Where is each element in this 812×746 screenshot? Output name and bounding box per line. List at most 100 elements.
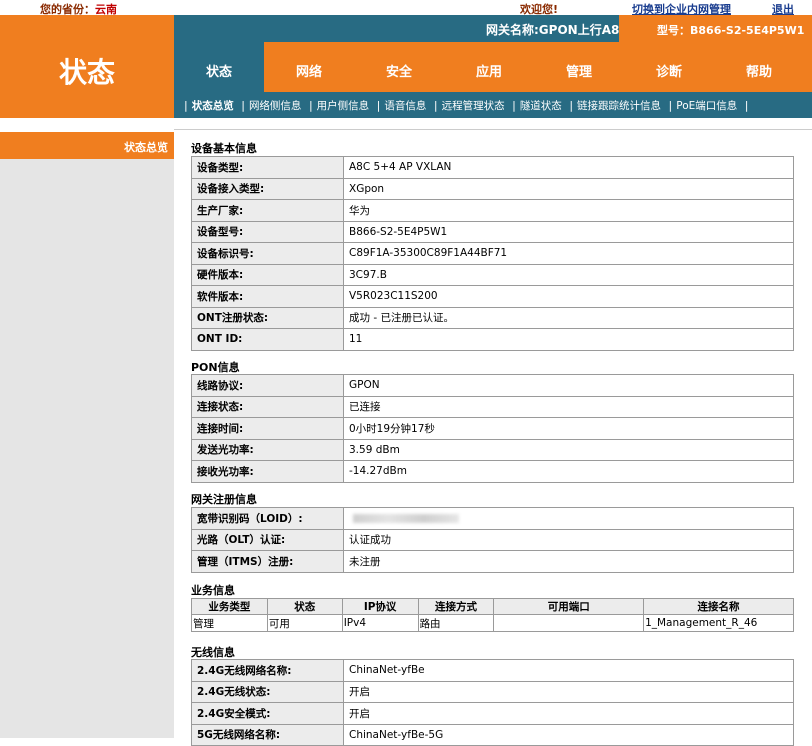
section-wireless-title: 无线信息 xyxy=(191,646,235,659)
sidebar-item-status-overview[interactable]: 状态总览 xyxy=(0,132,174,159)
field-label: 生产厂家: xyxy=(191,199,344,222)
field-value: 3C97.B xyxy=(343,263,794,286)
column-header: 可用端口 xyxy=(493,598,645,615)
table-row: 接收光功率: -14.27dBm xyxy=(191,460,794,483)
table-row: 光路（OLT）认证: 认证成功 xyxy=(191,528,794,551)
field-label: 连接时间: xyxy=(191,417,344,440)
table-cell xyxy=(493,614,645,632)
field-label: 硬件版本: xyxy=(191,263,344,286)
field-label: 2.4G安全模式: xyxy=(191,702,344,725)
column-header: 连接方式 xyxy=(417,598,495,615)
field-value: -14.27dBm xyxy=(343,460,794,483)
table-cell: 可用 xyxy=(266,614,343,632)
pon-info-table: 线路协议: GPON 连接状态: 已连接 连接时间: 0小时19分钟17秒 发送光功率: 3.… xyxy=(191,374,794,483)
field-value: B866-S2-5E4P5W1 xyxy=(343,220,794,243)
table-row: 设备接入类型: XGpon xyxy=(191,177,794,200)
table-row: 生产厂家: 华为 xyxy=(191,199,794,222)
column-header: 状态 xyxy=(266,598,343,615)
wireless-info-table: 2.4G无线网络名称: ChinaNet-yfBe 2.4G无线状态: 开启 2.4G安… xyxy=(191,659,794,746)
brand-block: 状态 xyxy=(0,15,174,118)
field-label: 线路协议: xyxy=(191,374,344,397)
subnav-remote-mgmt[interactable]: 远程管理状态 xyxy=(442,98,505,113)
page-title: 状态 xyxy=(58,56,115,89)
table-row: 连接时间: 0小时19分钟17秒 xyxy=(191,417,794,440)
table-row: 设备类型: A8C 5+4 AP VXLAN xyxy=(191,156,794,179)
field-value: 0小时19分钟17秒 xyxy=(343,417,794,440)
table-row: ONT注册状态: 成功 - 已注册已认证。 xyxy=(191,306,794,329)
subnav-tunnel[interactable]: 隧道状态 xyxy=(520,98,562,113)
table-row: ONT ID: 11 xyxy=(191,328,794,351)
field-value: 成功 - 已注册已认证。 xyxy=(343,306,794,329)
subnav-voice[interactable]: 语音信息 xyxy=(384,98,426,113)
table-cell: 路由 xyxy=(417,614,495,632)
tab-network[interactable]: 网络 xyxy=(264,42,354,92)
top-strip: 您的省份：云南 欢迎您! 切换到企业内网管理 退出 xyxy=(0,0,812,16)
table-row: 连接状态: 已连接 xyxy=(191,395,794,418)
tab-status[interactable]: 状态 xyxy=(174,42,264,92)
table-row: 软件版本: V5R023C11S200 xyxy=(191,285,794,308)
redacted-value xyxy=(353,513,459,523)
table-row: 发送光功率: 3.59 dBm xyxy=(191,438,794,461)
section-service-title: 业务信息 xyxy=(191,584,235,597)
field-value: A8C 5+4 AP VXLAN xyxy=(343,156,794,179)
table-row: 2.4G无线状态: 开启 xyxy=(191,680,794,703)
table-row: 2.4G安全模式: 开启 xyxy=(191,702,794,725)
subnav-conntrack[interactable]: 链接跟踪统计信息 xyxy=(577,98,661,113)
column-header: 连接名称 xyxy=(643,598,794,615)
main-content: 设备基本信息 设备类型: A8C 5+4 AP VXLAN 设备接入类型: XGpon… xyxy=(174,118,812,746)
tab-security[interactable]: 安全 xyxy=(354,42,444,92)
field-value: 华为 xyxy=(343,199,794,222)
table-row: 2.4G无线网络名称: ChinaNet-yfBe xyxy=(191,659,794,682)
sub-nav: | 状态总览 | 网络侧信息 | 用户侧信息 | 语音信息 | 远程管理状态 | 隧道状态 … xyxy=(174,92,812,118)
field-value: 11 xyxy=(343,328,794,351)
subnav-poe[interactable]: PoE端口信息 xyxy=(676,98,737,113)
column-header: 业务类型 xyxy=(191,598,268,615)
table-row: 宽带识别码（LOID）: xyxy=(191,507,794,530)
field-value: GPON xyxy=(343,374,794,397)
subnav-status-overview[interactable]: 状态总览 xyxy=(192,98,234,113)
field-value: ChinaNet-yfBe-5G xyxy=(343,723,794,746)
field-label: 5G无线网络名称: xyxy=(191,723,344,746)
field-label: 宽带识别码（LOID）: xyxy=(191,507,344,530)
field-value: 开启 xyxy=(343,680,794,703)
field-value: XGpon xyxy=(343,177,794,200)
field-value: 开启 xyxy=(343,702,794,725)
tab-diagnosis[interactable]: 诊断 xyxy=(624,42,714,92)
gwreg-info-table: 宽带识别码（LOID）: 光路（OLT）认证: 认证成功 管理（ITMS）注册: 未注册 xyxy=(191,507,794,573)
tab-management[interactable]: 管理 xyxy=(534,42,624,92)
field-value: V5R023C11S200 xyxy=(343,285,794,308)
table-row: 线路协议: GPON xyxy=(191,374,794,397)
device-model: 型号：B866-S2-5E4P5W1 xyxy=(619,15,812,42)
field-value: 已连接 xyxy=(343,395,794,418)
field-label: 发送光功率: xyxy=(191,438,344,461)
field-label: 2.4G无线状态: xyxy=(191,680,344,703)
subnav-network-side[interactable]: 网络侧信息 xyxy=(249,98,302,113)
gateway-info-bar: 网关名称:GPON上行A8-C 型号：B866-S2-5E4P5W1 xyxy=(174,15,812,42)
table-row: 硬件版本: 3C97.B xyxy=(191,263,794,286)
field-label: 设备标识号: xyxy=(191,242,344,265)
field-value: ChinaNet-yfBe xyxy=(343,659,794,682)
field-label: 光路（OLT）认证: xyxy=(191,528,344,551)
subnav-user-side[interactable]: 用户侧信息 xyxy=(317,98,370,113)
table-row: 设备标识号: C89F1A-35300C89F1A44BF71 xyxy=(191,242,794,265)
field-label: 设备接入类型: xyxy=(191,177,344,200)
field-label: 接收光功率: xyxy=(191,460,344,483)
section-pon-title: PON信息 xyxy=(191,361,240,374)
table-cell: IPv4 xyxy=(341,614,419,632)
field-value: C89F1A-35300C89F1A44BF71 xyxy=(343,242,794,265)
field-label: 管理（ITMS）注册: xyxy=(191,550,344,573)
field-value: 3.59 dBm xyxy=(343,438,794,461)
device-info-table: 设备类型: A8C 5+4 AP VXLAN 设备接入类型: XGpon 生产厂家: 华为… xyxy=(191,156,794,351)
field-label: 2.4G无线网络名称: xyxy=(191,659,344,682)
table-cell: 1_Management_R_46 xyxy=(643,614,794,632)
field-label: 连接状态: xyxy=(191,395,344,418)
sidebar: 状态总览 xyxy=(0,118,174,738)
main-tab-bar: 状态 网络 安全 应用 管理 诊断 帮助 xyxy=(174,42,812,92)
field-label: ONT ID: xyxy=(191,328,344,351)
tab-application[interactable]: 应用 xyxy=(444,42,534,92)
field-label: 设备型号: xyxy=(191,220,344,243)
field-value: 认证成功 xyxy=(343,528,794,551)
tab-help[interactable]: 帮助 xyxy=(714,42,804,92)
field-label: 设备类型: xyxy=(191,156,344,179)
service-table: 业务类型 状态 IP协议 连接方式 可用端口 连接名称 管理 可用 IPv4 路由 1_Manag… xyxy=(191,598,794,632)
